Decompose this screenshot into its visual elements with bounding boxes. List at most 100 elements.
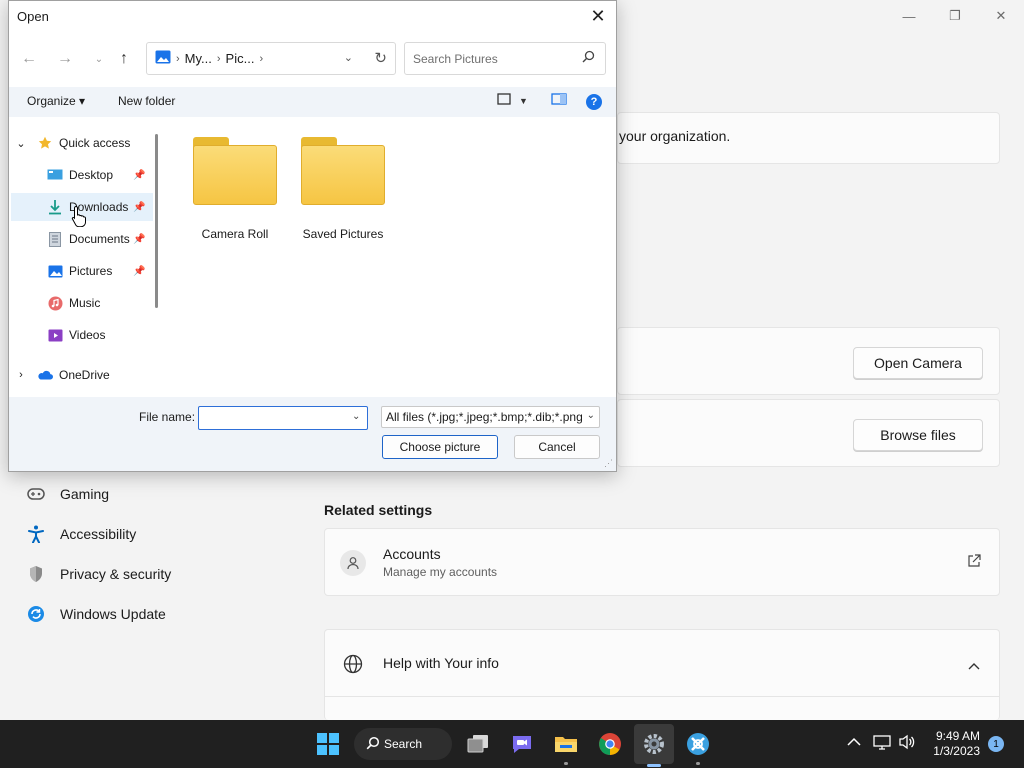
search-icon[interactable] <box>582 50 595 66</box>
search-placeholder: Search Pictures <box>413 51 498 66</box>
organize-button[interactable]: Organize ▾ <box>27 94 85 108</box>
breadcrumb-item[interactable]: My... <box>185 51 212 66</box>
settings-gear-icon[interactable] <box>640 730 668 758</box>
up-arrow-icon[interactable]: ↑ <box>112 47 136 71</box>
file-type-select[interactable]: All files (*.jpg;*.jpeg;*.bmp;*.dib;*.pn… <box>381 406 600 428</box>
update-icon <box>24 604 48 624</box>
dialog-title: Open <box>17 9 49 24</box>
tree-item-videos[interactable]: Videos <box>11 321 153 349</box>
file-list: Camera Roll Saved Pictures <box>165 119 616 396</box>
back-arrow-icon[interactable]: ← <box>17 47 41 71</box>
cancel-button[interactable]: Cancel <box>514 435 600 459</box>
forward-arrow-icon[interactable]: → <box>53 47 77 71</box>
app-icon[interactable] <box>684 730 712 758</box>
nav-label: Windows Update <box>60 606 166 622</box>
navigation-pane: ⌄ Quick access Desktop 📌 Downloads 📌 Doc… <box>9 119 157 396</box>
file-name-input[interactable] <box>198 406 368 430</box>
volume-icon[interactable] <box>898 734 916 753</box>
pin-icon: 📌 <box>133 265 146 277</box>
tree-label: Documents <box>69 232 130 246</box>
navigation-bar: ← → ⌄ ↑ › My... › Pic... › ⌄ ↻ Search Pi… <box>9 37 616 83</box>
tree-item-quick-access[interactable]: ⌄ Quick access <box>15 129 153 157</box>
cloud-icon <box>37 368 53 382</box>
tree-item-pictures[interactable]: Pictures 📌 <box>11 257 153 285</box>
running-indicator <box>696 762 700 765</box>
chevron-up-icon[interactable] <box>968 658 980 673</box>
folder-item[interactable]: Camera Roll <box>185 137 285 241</box>
help-icon[interactable]: ? <box>586 94 602 110</box>
search-icon <box>366 736 380 753</box>
tree-item-desktop[interactable]: Desktop 📌 <box>11 161 153 189</box>
accounts-title: Accounts <box>383 546 441 562</box>
chat-icon[interactable] <box>508 730 536 758</box>
taskbar-search-button[interactable]: Search <box>354 728 452 760</box>
chevron-right-icon[interactable]: › <box>15 368 27 382</box>
network-icon[interactable] <box>873 734 891 753</box>
nav-item-privacy[interactable]: Privacy & security <box>24 564 171 584</box>
pin-icon: 📌 <box>133 233 146 245</box>
navigation-scrollbar[interactable] <box>155 134 158 308</box>
nav-item-accessibility[interactable]: Accessibility <box>24 524 136 544</box>
close-window-button[interactable]: ✕ <box>978 4 1024 28</box>
external-link-icon[interactable] <box>967 554 981 571</box>
task-view-icon[interactable] <box>464 730 492 758</box>
close-icon[interactable]: ✕ <box>586 5 610 27</box>
folder-icon <box>193 137 277 205</box>
choose-picture-button[interactable]: Choose picture <box>382 435 498 459</box>
refresh-icon[interactable]: ↻ <box>374 49 387 67</box>
minimize-button[interactable]: — <box>886 4 932 28</box>
browse-files-button[interactable]: Browse files <box>853 419 983 451</box>
resize-grip-icon[interactable]: ⋰ <box>604 458 613 469</box>
open-camera-button[interactable]: Open Camera <box>853 347 983 379</box>
tree-label: OneDrive <box>59 368 110 382</box>
breadcrumb-separator-icon: › <box>176 52 180 65</box>
nav-item-gaming[interactable]: Gaming <box>24 484 109 504</box>
chevron-down-icon[interactable]: ⌄ <box>15 136 27 150</box>
star-icon <box>37 136 53 150</box>
search-box[interactable]: Search Pictures <box>404 42 606 75</box>
pin-icon: 📌 <box>133 201 146 213</box>
folder-name: Camera Roll <box>201 227 269 241</box>
help-card <box>324 629 1000 720</box>
person-icon <box>340 550 366 576</box>
accounts-card[interactable] <box>324 528 1000 596</box>
new-folder-button[interactable]: New folder <box>118 94 175 108</box>
accessibility-icon <box>24 524 48 544</box>
clock[interactable]: 9:49 AM 1/3/2023 <box>928 729 980 759</box>
chevron-down-icon[interactable]: ⌄ <box>344 51 353 64</box>
maximize-button[interactable]: ❐ <box>932 4 978 28</box>
org-text: your organization. <box>619 128 731 144</box>
view-dropdown-icon[interactable]: ▼ <box>519 96 528 106</box>
chevron-down-icon: ⌄ <box>586 410 595 421</box>
active-app-indicator <box>647 764 661 767</box>
clock-date: 1/3/2023 <box>933 744 980 758</box>
folder-name: Saved Pictures <box>302 227 384 241</box>
preview-pane-icon[interactable] <box>551 93 567 108</box>
windows-start-icon[interactable] <box>314 730 342 758</box>
tree-item-music[interactable]: Music <box>11 289 153 317</box>
tree-label: Quick access <box>59 136 131 150</box>
notification-badge[interactable]: 1 <box>988 736 1004 752</box>
chrome-icon[interactable] <box>596 730 624 758</box>
document-icon <box>47 231 63 247</box>
file-explorer-icon[interactable] <box>552 730 580 758</box>
nav-label: Privacy & security <box>60 566 172 582</box>
breadcrumb-item[interactable]: Pic... <box>226 51 255 66</box>
recent-locations-chevron-icon[interactable]: ⌄ <box>87 47 111 71</box>
address-bar[interactable]: › My... › Pic... › ⌄ ↻ <box>146 42 396 75</box>
tree-item-onedrive[interactable]: › OneDrive <box>15 361 153 389</box>
divider <box>325 696 999 697</box>
nav-item-windows-update[interactable]: Windows Update <box>24 604 166 624</box>
gamepad-icon <box>24 484 48 504</box>
chevron-up-icon[interactable] <box>847 734 861 750</box>
video-icon <box>47 328 63 342</box>
view-options-icon[interactable] <box>497 93 511 108</box>
command-bar: Organize ▾ New folder ▼ ? <box>9 87 616 117</box>
dialog-footer: File name: ⌄ All files (*.jpg;*.jpeg;*.b… <box>9 397 616 471</box>
file-name-label: File name: <box>139 410 196 424</box>
running-indicator <box>564 762 568 765</box>
folder-item[interactable]: Saved Pictures <box>293 137 393 241</box>
tree-label: Pictures <box>69 264 113 278</box>
chevron-down-icon[interactable]: ⌄ <box>352 411 360 422</box>
related-settings-heading: Related settings <box>324 502 433 518</box>
